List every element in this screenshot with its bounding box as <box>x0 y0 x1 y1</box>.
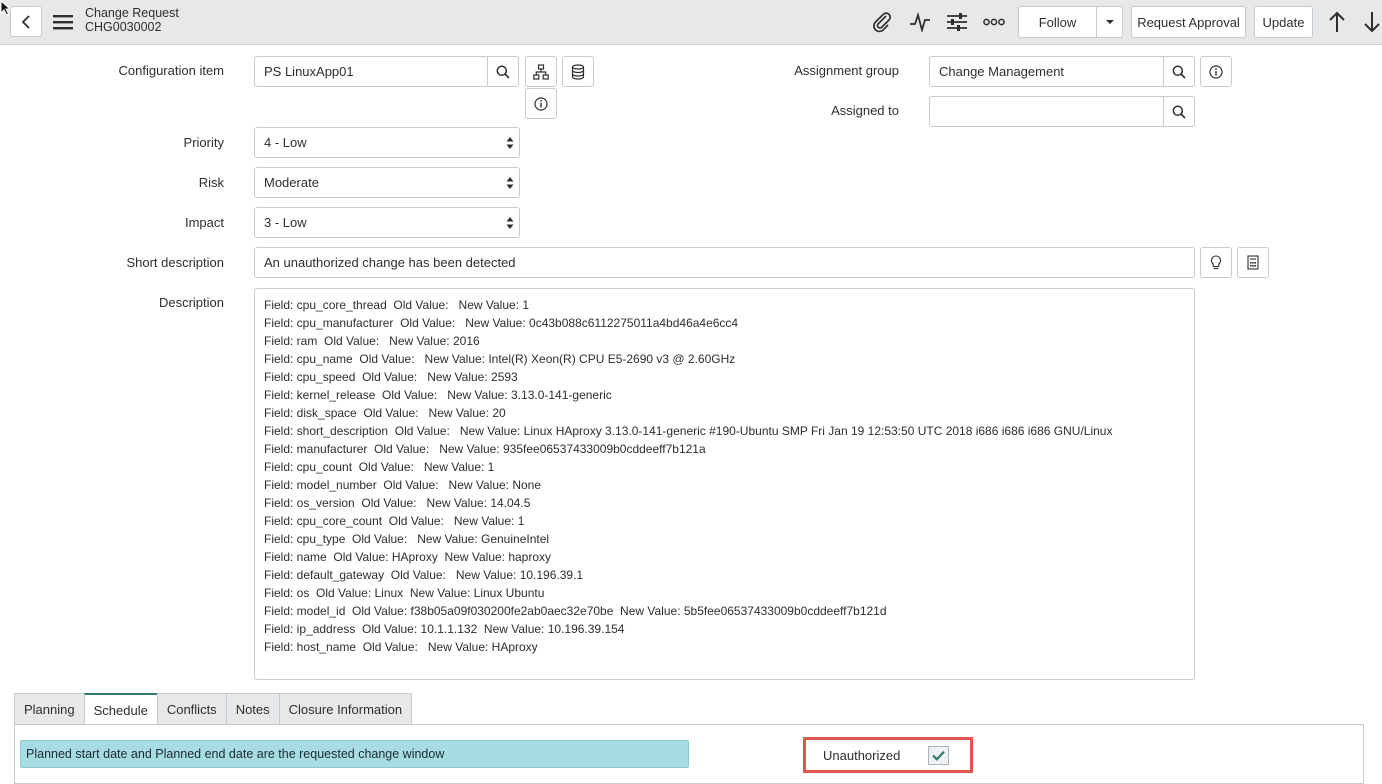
short-description-label: Short description <box>126 255 224 270</box>
arrow-up-icon <box>1329 11 1345 32</box>
description-line: Field: os_version Old Value: New Value: … <box>264 496 531 510</box>
tab-schedule[interactable]: Schedule <box>83 693 157 726</box>
configuration-item-preview-button[interactable] <box>525 88 557 119</box>
tab-conflicts[interactable]: Conflicts <box>156 693 226 725</box>
select-arrows-icon <box>506 176 514 190</box>
description-label: Description <box>158 295 224 310</box>
description-line: Field: cpu_manufacturer Old Value: New V… <box>264 316 739 330</box>
ci-database-button[interactable] <box>562 56 594 87</box>
search-icon <box>1172 65 1186 79</box>
description-line: Field: model_number Old Value: New Value… <box>264 478 542 492</box>
info-icon <box>1209 64 1223 79</box>
paperclip-icon <box>873 12 892 33</box>
priority-value: 4 - Low <box>264 135 307 150</box>
activity-stream-button[interactable] <box>908 10 932 34</box>
database-icon <box>571 63 585 80</box>
assigned-to-label: Assigned to <box>831 103 899 118</box>
personalize-form-button[interactable] <box>945 10 969 34</box>
request-approval-button[interactable]: Request Approval <box>1131 6 1246 38</box>
description-line: Field: kernel_release Old Value: New Val… <box>264 388 612 402</box>
risk-label: Risk <box>198 175 224 190</box>
section-tabs: Planning Schedule Conflicts Notes Closure In… <box>14 693 413 726</box>
assignment-group-preview-button[interactable] <box>1200 56 1232 87</box>
next-record-button[interactable] <box>1361 10 1382 34</box>
description-textarea[interactable]: Field: cpu_core_thread Old Value: New Va… <box>254 288 1195 680</box>
description-line: Field: cpu_name Old Value: New Value: In… <box>264 352 736 366</box>
select-arrows-icon <box>506 216 514 230</box>
calculator-icon <box>1247 255 1259 270</box>
search-icon <box>1172 105 1186 119</box>
description-line: Field: cpu_core_count Old Value: New Val… <box>264 514 525 528</box>
configuration-item-field[interactable]: PS LinuxApp01 <box>254 56 488 87</box>
activity-pulse-icon <box>910 12 930 32</box>
caret-down-icon <box>1105 20 1114 24</box>
checkmark-icon <box>932 751 945 761</box>
previous-record-button[interactable] <box>1326 10 1348 34</box>
context-menu-button[interactable] <box>52 11 74 33</box>
chevron-left-icon <box>21 14 30 29</box>
description-line: Field: default_gateway Old Value: New Va… <box>264 568 584 582</box>
description-line: Field: name Old Value: HAproxy New Value… <box>264 550 552 564</box>
description-line: Field: cpu_speed Old Value: New Value: 2… <box>264 370 518 384</box>
assigned-to-field[interactable] <box>929 96 1164 127</box>
priority-label: Priority <box>183 135 224 150</box>
configuration-item-label: Configuration item <box>118 63 225 78</box>
lightbulb-icon <box>1211 254 1221 269</box>
hierarchy-icon <box>533 63 549 80</box>
description-line: Field: cpu_type Old Value: New Value: Ge… <box>264 532 550 546</box>
hamburger-menu-icon <box>53 15 73 30</box>
arrow-down-icon <box>1364 12 1380 33</box>
assignment-group-field[interactable]: Change Management <box>929 56 1164 87</box>
tab-planning[interactable]: Planning <box>14 693 84 725</box>
impact-label: Impact <box>184 215 224 230</box>
template-button[interactable] <box>1237 247 1269 278</box>
impact-value: 3 - Low <box>264 215 307 230</box>
more-options-button[interactable] <box>982 10 1006 34</box>
assignment-group-label: Assignment group <box>794 63 899 78</box>
description-line: Field: host_name Old Value: New Value: H… <box>264 640 538 654</box>
tab-notes[interactable]: Notes <box>225 693 279 725</box>
record-title: Change Request CHG0030002 <box>85 6 179 34</box>
impact-select[interactable]: 3 - Low <box>254 207 520 238</box>
assignment-group-lookup-button[interactable] <box>1163 56 1195 87</box>
short-description-field[interactable]: An unauthorized change has been detected <box>254 247 1195 278</box>
mouse-cursor-icon <box>0 0 12 16</box>
description-line: Field: os Old Value: Linux New Value: Li… <box>264 586 545 600</box>
follow-button[interactable]: Follow <box>1018 6 1097 38</box>
more-dots-icon <box>983 18 1005 26</box>
configuration-item-lookup-button[interactable] <box>487 56 519 87</box>
description-line: Field: disk_space Old Value: New Value: … <box>264 406 506 420</box>
description-line: Field: cpu_core_thread Old Value: New Va… <box>264 298 530 312</box>
search-icon <box>496 65 510 79</box>
form-header: Change Request CHG0030002 Follow Request… <box>0 0 1382 45</box>
risk-value: Moderate <box>264 175 319 190</box>
schedule-info-message: Planned start date and Planned end date … <box>20 740 689 768</box>
suggestion-button[interactable] <box>1200 247 1232 278</box>
risk-select[interactable]: Moderate <box>254 167 520 198</box>
unauthorized-checkbox[interactable] <box>928 746 949 765</box>
select-arrows-icon <box>506 136 514 150</box>
description-line: Field: ip_address Old Value: 10.1.1.132 … <box>264 622 625 636</box>
info-icon <box>534 96 548 111</box>
unauthorized-label: Unauthorized <box>823 748 901 763</box>
unauthorized-field: Unauthorized <box>803 737 973 773</box>
tab-closure-information[interactable]: Closure Information <box>278 693 413 725</box>
attachment-button[interactable] <box>870 10 894 34</box>
update-button[interactable]: Update <box>1254 6 1313 38</box>
assigned-to-lookup-button[interactable] <box>1163 96 1195 127</box>
record-type: Change Request <box>85 6 179 20</box>
priority-select[interactable]: 4 - Low <box>254 127 520 158</box>
description-line: Field: cpu_count Old Value: New Value: 1 <box>264 460 495 474</box>
follow-dropdown-button[interactable] <box>1096 6 1123 38</box>
description-line: Field: short_description Old Value: New … <box>264 424 1113 438</box>
sliders-icon <box>947 13 967 31</box>
back-button[interactable] <box>10 6 42 37</box>
show-dependency-map-button[interactable] <box>525 56 557 87</box>
description-line: Field: manufacturer Old Value: New Value… <box>264 442 706 456</box>
record-number: CHG0030002 <box>85 20 162 34</box>
description-line: Field: ram Old Value: New Value: 2016 <box>264 334 480 348</box>
description-line: Field: model_id Old Value: f38b05a09f030… <box>264 604 887 618</box>
